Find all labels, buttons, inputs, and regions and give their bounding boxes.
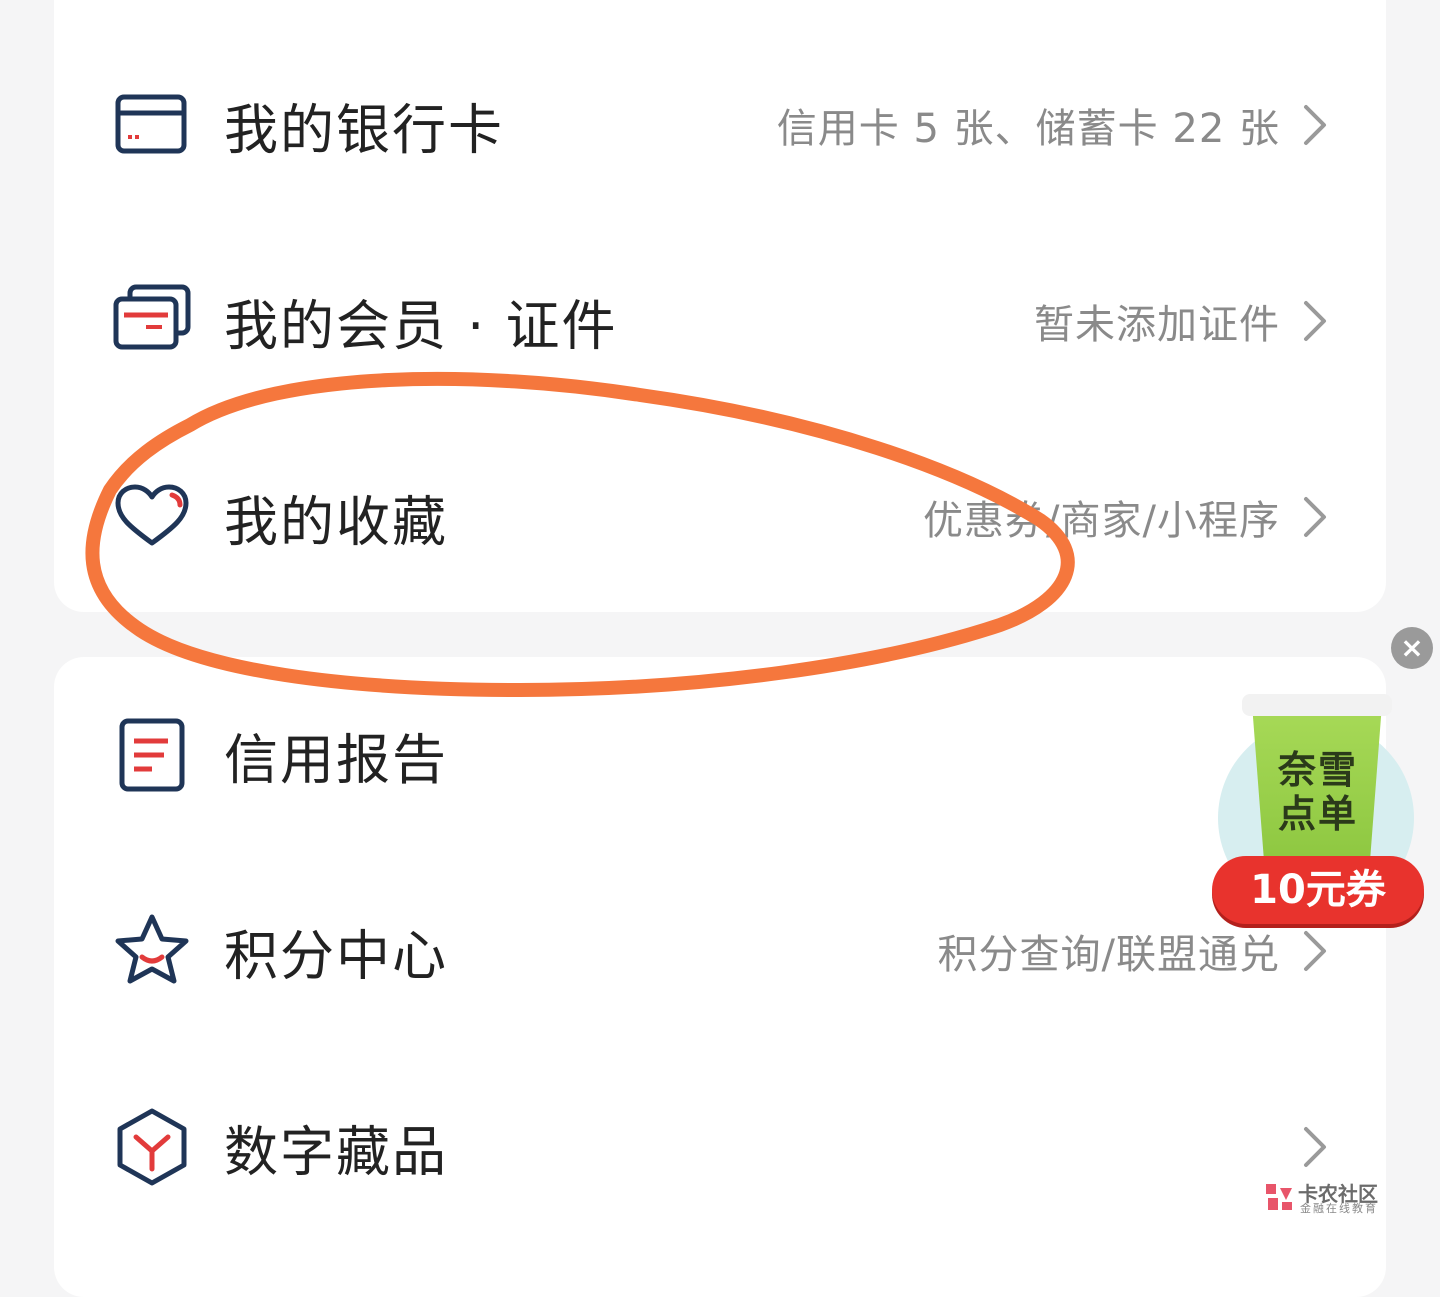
menu-item-subtitle: 暂未添加证件 (1034, 302, 1280, 348)
watermark: 卡农社区 金融在线教育 (1262, 1178, 1392, 1218)
close-icon: × (1400, 631, 1424, 664)
chevron-right-icon (1300, 299, 1330, 343)
document-icon (110, 713, 194, 797)
chevron-right-icon (1300, 929, 1330, 973)
menu-item-favorites[interactable]: 我的收藏 优惠券/商家/小程序 (54, 437, 1386, 597)
watermark-sub: 金融在线教育 (1300, 1202, 1378, 1215)
menu-item-subtitle: 信用卡 5 张、储蓄卡 22 张 (776, 106, 1280, 152)
menu-item-credit-report[interactable]: 信用报告 (54, 675, 1386, 835)
menu-item-points[interactable]: 积分中心 积分查询/联盟通兑 (54, 871, 1386, 1031)
menu-item-membership[interactable]: 我的会员 · 证件 暂未添加证件 (54, 241, 1386, 401)
chevron-right-icon (1300, 495, 1330, 539)
menu-item-digital-collectibles[interactable]: 数字藏品 (54, 1067, 1386, 1227)
bank-card-icon (110, 83, 194, 167)
menu-item-title: 我的会员 · 证件 (224, 294, 618, 358)
watermark-logo (1266, 1184, 1292, 1210)
chevron-right-icon (1300, 1125, 1330, 1169)
heart-icon (110, 475, 194, 559)
menu-item-bank-card[interactable]: 我的银行卡 信用卡 5 张、储蓄卡 22 张 (54, 45, 1386, 205)
cup-lid (1242, 694, 1392, 716)
membership-cards-icon (110, 279, 194, 363)
ad-brand-label: 奈雪点单 (1277, 748, 1358, 836)
menu-item-title: 信用报告 (224, 728, 448, 792)
menu-item-subtitle: 优惠券/商家/小程序 (923, 498, 1280, 544)
floating-ad-banner[interactable]: 奈雪点单 10元券 (1212, 690, 1426, 930)
star-icon (110, 909, 194, 993)
menu-item-subtitle: 积分查询/联盟通兑 (937, 932, 1280, 978)
menu-item-title: 我的银行卡 (224, 98, 504, 162)
ad-coupon-label[interactable]: 10元券 (1212, 856, 1424, 924)
chevron-right-icon (1300, 103, 1330, 147)
ad-close-button[interactable]: × (1391, 627, 1433, 669)
menu-item-title: 我的收藏 (224, 490, 448, 554)
cube-icon (110, 1105, 194, 1189)
menu-item-title: 积分中心 (224, 924, 448, 988)
menu-item-title: 数字藏品 (224, 1120, 448, 1184)
